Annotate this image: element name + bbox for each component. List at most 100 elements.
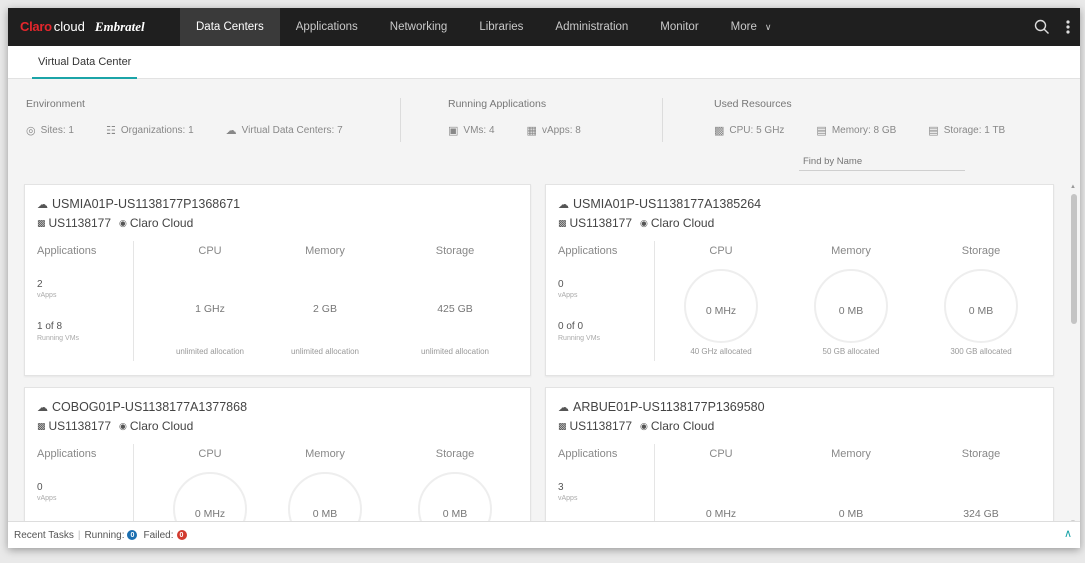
org-text: US1138177	[569, 419, 633, 433]
cpu-header: CPU	[198, 245, 222, 257]
running-count-badge[interactable]: 0	[127, 530, 138, 540]
vapps-count: 0	[37, 482, 43, 493]
memory-header: Memory	[305, 448, 345, 460]
running-label: Running:	[84, 529, 125, 541]
cloud-icon: ☁	[37, 401, 48, 414]
nav-monitor[interactable]: Monitor	[644, 8, 714, 46]
cpu-value: 0 MHz	[705, 508, 737, 520]
running-vms-label: Running VMs	[558, 335, 601, 342]
org-text: US1138177	[48, 216, 112, 230]
nav-label: More	[730, 21, 757, 33]
tab-virtual-data-center[interactable]: Virtual Data Center	[32, 46, 138, 79]
site-text: Claro Cloud	[129, 216, 194, 230]
vdc-name-text: COBOG01P-US1138177A1377868	[52, 400, 248, 414]
storage-value: 425 GB	[437, 303, 473, 315]
memory-header: Memory	[831, 245, 871, 257]
divider	[400, 98, 401, 142]
vapps-stat: ▦ vApps: 8	[527, 124, 581, 137]
memory-allocation: unlimited allocation	[290, 347, 360, 356]
vapp-icon: ▦	[526, 125, 537, 137]
location-pin-icon: ◉	[119, 420, 127, 431]
kebab-menu-icon[interactable]	[1066, 19, 1070, 35]
nav-applications[interactable]: Applications	[280, 8, 374, 46]
nav-administration[interactable]: Administration	[539, 8, 644, 46]
organizations-text: Organizations: 1	[120, 125, 194, 136]
cpu-stat: ▩ CPU: 5 GHz	[714, 124, 784, 137]
nav-label: Networking	[389, 21, 448, 33]
vdc-org: ▩ US1138177 ◉ Claro Cloud	[37, 216, 193, 230]
vdc-name-text: USMIA01P-US1138177A1385264	[573, 197, 762, 211]
find-by-name-input[interactable]	[799, 152, 965, 171]
location-pin-icon: ◉	[640, 217, 648, 228]
cpu-header: CPU	[709, 245, 733, 257]
storage-header: Storage	[961, 448, 1001, 460]
storage-header: Storage	[435, 448, 475, 460]
memory-header: Memory	[305, 245, 345, 257]
divider	[654, 241, 655, 361]
search-icon[interactable]	[1034, 19, 1050, 35]
cpu-value: 1 GHz	[195, 303, 225, 315]
main-nav: Data Centers Applications Networking Lib…	[180, 8, 787, 46]
expand-up-icon[interactable]: ∧	[1064, 527, 1072, 540]
brand-logo[interactable]: Claro cloud Embratel	[20, 19, 180, 35]
brand-claro: Claro	[20, 19, 52, 34]
vapps-count: 0	[558, 279, 564, 290]
vdc-card[interactable]: ☁ USMIA01P-US1138177A1385264 ▩ US1138177 ◉ C…	[545, 184, 1054, 376]
cpu-icon: ▩	[714, 125, 725, 137]
resources-group: Used Resources ▩ CPU: 5 GHz ▤ Memory: 8 GB…	[714, 98, 1037, 137]
vdc-card[interactable]: ☁ ARBUE01P-US1138177P1369580 ▩ US1138177 ◉ C…	[545, 387, 1054, 522]
vapps-text: vApps: 8	[541, 125, 581, 136]
vdc-name[interactable]: ☁ USMIA01P-US1138177A1385264	[558, 197, 761, 211]
vdc-card[interactable]: ☁ USMIA01P-US1138177P1368671 ▩ US1138177 ◉ C…	[24, 184, 531, 376]
storage-text: Storage: 1 TB	[943, 125, 1006, 136]
applications-header: Applications	[558, 245, 618, 257]
divider	[133, 444, 134, 522]
site-text: Claro Cloud	[650, 419, 715, 433]
vdc-org: ▩ US1138177 ◉ Claro Cloud	[558, 216, 714, 230]
storage-allocation: unlimited allocation	[420, 347, 490, 356]
applications-header: Applications	[37, 448, 97, 460]
nav-more[interactable]: More ∨	[715, 8, 788, 46]
nav-label: Administration	[555, 21, 629, 33]
running-vms-count: 1 of 8	[37, 321, 63, 332]
storage-value: 324 GB	[963, 508, 999, 520]
vdc-name[interactable]: ☁ COBOG01P-US1138177A1377868	[37, 400, 247, 414]
sub-nav: Virtual Data Center	[8, 46, 1080, 79]
nav-libraries[interactable]: Libraries	[463, 8, 539, 46]
storage-header: Storage	[961, 245, 1001, 257]
resources-title: Used Resources	[714, 98, 792, 110]
vdc-name[interactable]: ☁ USMIA01P-US1138177P1368671	[37, 197, 240, 211]
cloud-icon: ☁	[558, 198, 569, 211]
sites-stat: ◎ Sites: 1	[26, 124, 74, 137]
vdc-name[interactable]: ☁ ARBUE01P-US1138177P1369580	[558, 400, 765, 414]
org-icon: ▩	[37, 420, 46, 431]
cpu-allocation: 40 GHz allocated	[690, 347, 752, 356]
nav-data-centers[interactable]: Data Centers	[180, 8, 280, 46]
vm-icon: ▣	[448, 125, 459, 137]
chevron-down-icon: ∨	[764, 21, 772, 32]
recent-tasks-label[interactable]: Recent Tasks	[14, 530, 74, 541]
sites-text: Sites: 1	[40, 125, 74, 136]
memory-value: 0 MB	[312, 508, 338, 520]
applications-header: Applications	[37, 245, 97, 257]
cpu-header: CPU	[709, 448, 733, 460]
scrollbar[interactable]: ▲ ▼	[1070, 184, 1078, 526]
memory-header: Memory	[831, 448, 871, 460]
scroll-thumb[interactable]	[1071, 194, 1077, 324]
top-icons	[1034, 8, 1070, 46]
organizations-stat: ☷ Organizations: 1	[106, 124, 194, 137]
storage-stat: ▤ Storage: 1 TB	[928, 124, 1005, 137]
divider	[654, 444, 655, 522]
failed-label: Failed:	[143, 529, 174, 541]
brand-embratel: Embratel	[94, 19, 145, 34]
org-icon: ▩	[558, 420, 567, 431]
vdc-org: ▩ US1138177 ◉ Claro Cloud	[37, 419, 193, 433]
failed-count-badge[interactable]: 0	[176, 530, 187, 540]
cpu-header: CPU	[198, 448, 222, 460]
memory-text: Memory: 8 GB	[831, 125, 897, 136]
cloud-icon: ☁	[37, 198, 48, 211]
nav-networking[interactable]: Networking	[374, 8, 464, 46]
vdc-card[interactable]: ☁ COBOG01P-US1138177A1377868 ▩ US1138177 ◉ C…	[24, 387, 531, 522]
site-text: Claro Cloud	[129, 419, 194, 433]
scroll-up-arrow-icon[interactable]: ▲	[1070, 184, 1076, 190]
